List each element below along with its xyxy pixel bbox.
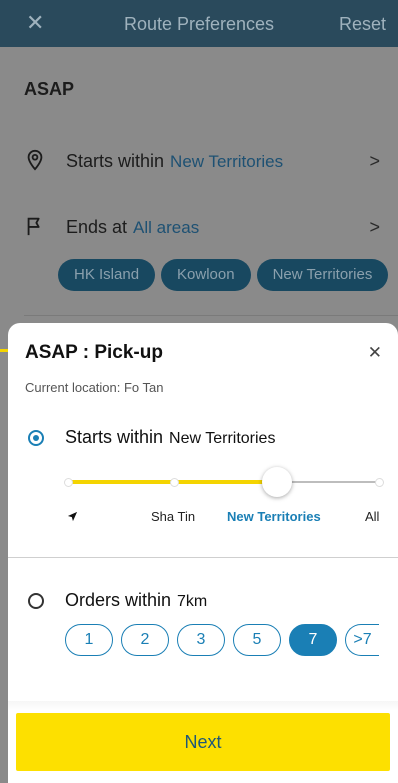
starts-within-row[interactable]: Starts within New Territories > — [0, 141, 398, 181]
orders-within-option[interactable]: Orders within 7km — [65, 590, 207, 611]
starts-within-label: Starts within New Territories — [66, 151, 283, 172]
sheet-close-icon[interactable]: ✕ — [368, 343, 382, 363]
sheet-title: ASAP : Pick-up — [25, 342, 163, 363]
chevron-right-icon: > — [369, 217, 380, 237]
distance-pill-7[interactable]: 7 — [289, 624, 337, 656]
chevron-right-icon: > — [369, 151, 380, 171]
distance-pill-1[interactable]: 1 — [65, 624, 113, 656]
divider — [24, 315, 398, 316]
slider-label-sha-tin: Sha Tin — [151, 509, 196, 524]
location-pin-icon — [27, 149, 43, 171]
distance-pills: 1 2 3 5 7 >7 — [65, 624, 387, 656]
section-title: ASAP — [24, 79, 75, 99]
area-chips: HK Island Kowloon New Territories — [58, 259, 394, 291]
ends-at-value: All areas — [133, 218, 200, 237]
starts-within-value: New Territories — [170, 152, 284, 171]
ends-at-row[interactable]: Ends at All areas > — [0, 207, 398, 247]
orders-within-option-value: 7km — [177, 593, 208, 610]
slider-stop-dot[interactable] — [375, 478, 384, 487]
navigation-arrow-icon — [67, 511, 78, 522]
chip-hk-island[interactable]: HK Island — [58, 259, 156, 291]
starts-within-option-value: New Territories — [169, 430, 276, 447]
next-button[interactable]: Next — [16, 713, 390, 771]
current-location: Current location: Fo Tan — [25, 380, 164, 395]
slider-label-all: All — [365, 509, 380, 524]
footer-shadow — [8, 701, 398, 711]
flag-icon — [27, 217, 40, 236]
distance-pill-3[interactable]: 3 — [177, 624, 225, 656]
starts-within-option[interactable]: Starts within New Territories — [65, 427, 275, 448]
distance-pill-2[interactable]: 2 — [121, 624, 169, 656]
orders-within-option-label: Orders within — [65, 590, 172, 610]
ends-at-label: Ends at All areas — [66, 217, 199, 238]
chip-new-territories[interactable]: New Territories — [256, 259, 389, 291]
starts-within-option-label: Starts within — [65, 427, 164, 447]
chip-kowloon[interactable]: Kowloon — [161, 259, 251, 291]
slider-stop-dot[interactable] — [64, 478, 73, 487]
bottom-sheet: ASAP : Pick-up ✕ Current location: Fo Ta… — [8, 323, 398, 783]
slider-label-new-territories: New Territories — [227, 509, 321, 524]
divider — [8, 557, 398, 558]
reset-button[interactable]: Reset — [339, 14, 386, 35]
orders-within-radio[interactable] — [28, 593, 44, 609]
distance-pill-5[interactable]: 5 — [233, 624, 281, 656]
app-header: ✕ Route Preferences Reset — [0, 0, 398, 47]
left-marker — [0, 349, 8, 352]
starts-within-text: Starts within — [66, 151, 165, 171]
ends-at-text: Ends at — [66, 217, 128, 237]
slider-stop-dot[interactable] — [170, 478, 179, 487]
starts-within-radio[interactable] — [28, 430, 44, 446]
distance-pill-over-7[interactable]: >7 — [345, 624, 379, 656]
slider-thumb[interactable] — [262, 467, 292, 497]
